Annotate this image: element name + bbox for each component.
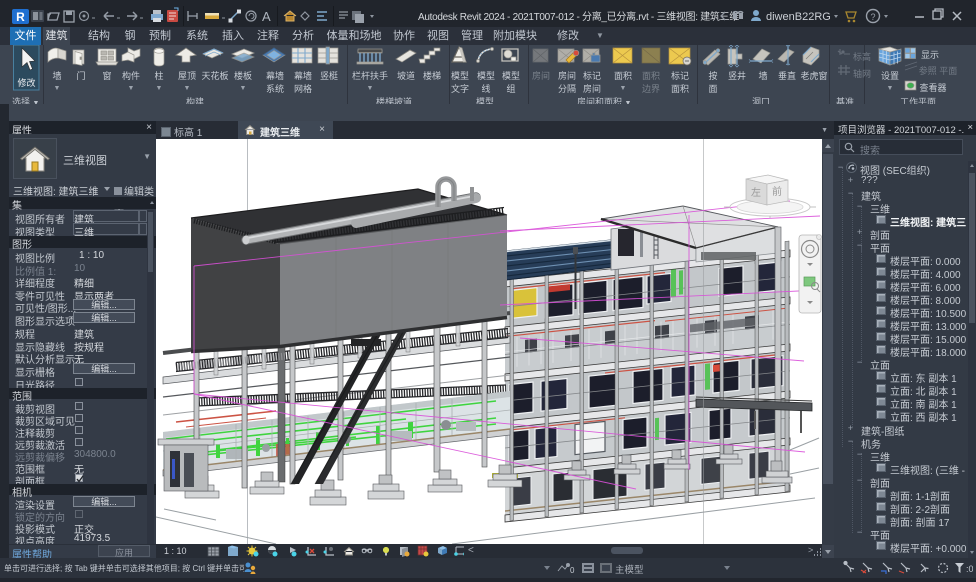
svg-text:?: ? (870, 12, 875, 22)
svg-text:diwenB22RG: diwenB22RG (766, 11, 831, 23)
svg-text:R: R (16, 10, 25, 24)
svg-text:左: 左 (751, 186, 761, 199)
svg-text:A: A (262, 9, 271, 24)
svg-text:0: 0 (570, 566, 575, 575)
svg-text::0: :0 (966, 564, 973, 574)
svg-text:前: 前 (772, 185, 782, 198)
